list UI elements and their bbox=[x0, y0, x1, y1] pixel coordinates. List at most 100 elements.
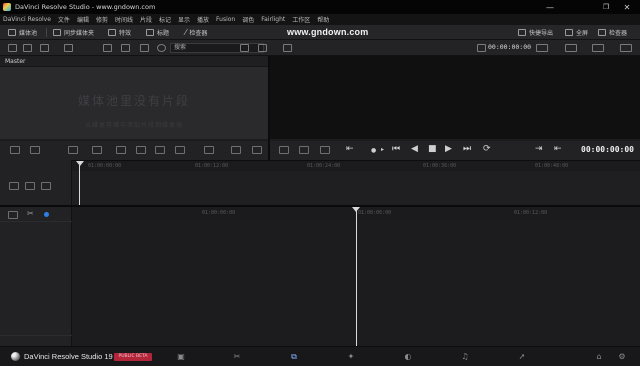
menu-view[interactable]: 显示 bbox=[178, 15, 190, 24]
next-edit-icon[interactable]: ⇥ bbox=[535, 144, 543, 154]
loop-icon[interactable]: ⟳ bbox=[483, 144, 491, 154]
window-title: DaVinci Resolve Studio - www.gndown.com bbox=[15, 3, 156, 11]
cut-page-icon[interactable]: ✂ bbox=[231, 351, 243, 362]
track-divider bbox=[0, 221, 72, 222]
menu-clip[interactable]: 片段 bbox=[140, 15, 152, 24]
menu-davinci[interactable]: DaVinci Resolve bbox=[3, 16, 51, 23]
thumbnail-view-icon[interactable] bbox=[23, 44, 32, 52]
menu-playback[interactable]: 播放 bbox=[197, 15, 209, 24]
render-icon[interactable] bbox=[231, 146, 241, 154]
source-icon[interactable] bbox=[477, 44, 486, 52]
place-on-top-icon[interactable] bbox=[92, 146, 102, 154]
zoom-detail-icon[interactable] bbox=[25, 182, 35, 190]
audio-icon[interactable] bbox=[204, 146, 214, 154]
link-icon[interactable] bbox=[64, 44, 73, 52]
brand: DaVinci Resolve Studio 19 bbox=[11, 352, 113, 361]
grid-view-icon[interactable] bbox=[103, 44, 112, 52]
ripple-delete-icon[interactable] bbox=[252, 146, 262, 154]
menu-mark[interactable]: 标记 bbox=[159, 15, 171, 24]
menu-help[interactable]: 帮助 bbox=[317, 15, 329, 24]
zoom-custom-icon[interactable] bbox=[41, 182, 51, 190]
search-icon[interactable] bbox=[157, 44, 166, 52]
append-end-icon[interactable] bbox=[155, 146, 165, 154]
metadata-view-icon[interactable] bbox=[40, 44, 49, 52]
quick-export-button[interactable]: 快捷导出 bbox=[518, 27, 553, 38]
next-frame-icon[interactable]: ⏭ bbox=[463, 144, 471, 154]
close-up-icon[interactable] bbox=[136, 146, 146, 154]
inspector-button[interactable]: 检查器 bbox=[598, 27, 627, 38]
previous-edit-icon[interactable]: ⇤ bbox=[554, 144, 562, 154]
previous-frame-icon[interactable]: ⏮ bbox=[392, 144, 400, 154]
titles-button[interactable]: 标题 bbox=[146, 27, 169, 38]
minimize-button[interactable]: — bbox=[537, 0, 563, 14]
resolve-logo-icon bbox=[11, 352, 20, 361]
menu-workspace[interactable]: 工作区 bbox=[292, 15, 310, 24]
source-timecode: 00:00:00:00 bbox=[488, 43, 532, 51]
insert-clip-icon[interactable] bbox=[10, 146, 20, 154]
home-icon[interactable]: ⌂ bbox=[593, 351, 605, 362]
effects-icon bbox=[108, 29, 116, 36]
deliver-page-icon[interactable]: ➚ bbox=[516, 351, 528, 362]
ripple-overwrite-icon[interactable] bbox=[116, 146, 126, 154]
stop-icon[interactable]: ■ bbox=[428, 144, 437, 154]
davinci-logo-icon bbox=[3, 3, 11, 11]
replace-clip-icon[interactable] bbox=[68, 146, 78, 154]
play-icon[interactable]: ▶ bbox=[445, 144, 452, 154]
sort-icon[interactable] bbox=[140, 44, 149, 52]
close-button[interactable]: ✕ bbox=[614, 0, 640, 14]
media-pool-label: 媒体池 bbox=[19, 30, 38, 37]
fusion-page-icon[interactable]: ✦ bbox=[345, 351, 357, 362]
in-out-icon[interactable]: ▸ bbox=[381, 146, 384, 153]
list-view-toggle-icon[interactable] bbox=[121, 44, 130, 52]
list-view-icon[interactable] bbox=[8, 44, 17, 52]
upper-timeline-ruler[interactable]: 01:00:00:00 01:00:12:00 01:00:24:00 01:0… bbox=[0, 160, 640, 171]
master-bin-label[interactable]: Master bbox=[0, 56, 268, 67]
fairlight-page-icon[interactable]: ♫ bbox=[459, 351, 471, 362]
menu-fairlight[interactable]: Fairlight bbox=[261, 16, 285, 23]
viewer-options-icon[interactable] bbox=[620, 44, 632, 52]
upper-playhead-head[interactable] bbox=[76, 161, 84, 166]
upper-timeline-tracks[interactable] bbox=[0, 171, 640, 205]
safe-area-icon[interactable] bbox=[565, 44, 577, 52]
page-navigation-bar: DaVinci Resolve Studio 19 PUBLIC BETA ▣ … bbox=[0, 346, 640, 366]
menu-color[interactable]: 调色 bbox=[242, 15, 254, 24]
edit-page-icon[interactable]: ⧉ bbox=[288, 351, 300, 362]
upper-playhead[interactable] bbox=[79, 165, 80, 205]
viewer-mode-icon[interactable] bbox=[536, 44, 548, 52]
color-page-icon[interactable]: ◐ bbox=[402, 351, 414, 362]
snap-indicator-icon[interactable] bbox=[44, 212, 49, 217]
media-pool-button[interactable]: 媒体池 bbox=[8, 27, 37, 38]
razor-icon[interactable]: ✂ bbox=[27, 209, 34, 218]
settings-gear-icon[interactable]: ⚙ bbox=[616, 351, 628, 362]
dynamic-trim-icon[interactable] bbox=[299, 146, 309, 154]
menu-edit[interactable]: 编辑 bbox=[77, 15, 89, 24]
lower-playhead[interactable] bbox=[356, 211, 357, 346]
ruler-label: 01:00:24:00 bbox=[307, 163, 341, 169]
magic-wand-icon: ⁄ bbox=[185, 28, 187, 37]
source-overwrite-icon[interactable] bbox=[175, 146, 185, 154]
menu-trim[interactable]: 修剪 bbox=[96, 15, 108, 24]
transport-bar: ⇤ ● ▸ ⏮ ◀ ■ ▶ ⏭ ⟳ ⇥ ⇤ 00:00:00:00 bbox=[270, 141, 640, 160]
stop-marker-icon[interactable]: ● bbox=[371, 147, 376, 154]
trim-icon[interactable] bbox=[279, 146, 289, 154]
reverse-play-icon[interactable]: ◀ bbox=[411, 144, 418, 154]
menu-fusion[interactable]: Fusion bbox=[216, 16, 235, 23]
refresh-icon[interactable] bbox=[258, 44, 267, 52]
sync-bin-button[interactable]: 同步媒体夹 bbox=[53, 27, 94, 38]
track-settings-icon[interactable] bbox=[8, 211, 18, 219]
media-page-icon[interactable]: ▣ bbox=[175, 351, 187, 362]
viewer-panel[interactable] bbox=[270, 56, 640, 139]
search-input[interactable]: 搜索 bbox=[170, 43, 264, 53]
fullscreen-button[interactable]: 全屏 bbox=[565, 27, 588, 38]
media-pool-empty-hint: 从媒体存储中添加片段到媒体池 bbox=[84, 122, 183, 129]
effects-button[interactable]: 特效 bbox=[108, 27, 131, 38]
transform-icon[interactable] bbox=[592, 44, 604, 52]
more-options-icon[interactable] bbox=[240, 44, 249, 52]
menu-timeline[interactable]: 时间线 bbox=[115, 15, 133, 24]
menu-file[interactable]: 文件 bbox=[58, 15, 70, 24]
clip-view-icon[interactable] bbox=[283, 44, 292, 52]
overwrite-clip-icon[interactable] bbox=[30, 146, 40, 154]
inspector-fx-button[interactable]: ⁄ 检查器 bbox=[185, 27, 207, 38]
smart-trim-icon[interactable] bbox=[320, 146, 330, 154]
zoom-full-icon[interactable] bbox=[9, 182, 19, 190]
